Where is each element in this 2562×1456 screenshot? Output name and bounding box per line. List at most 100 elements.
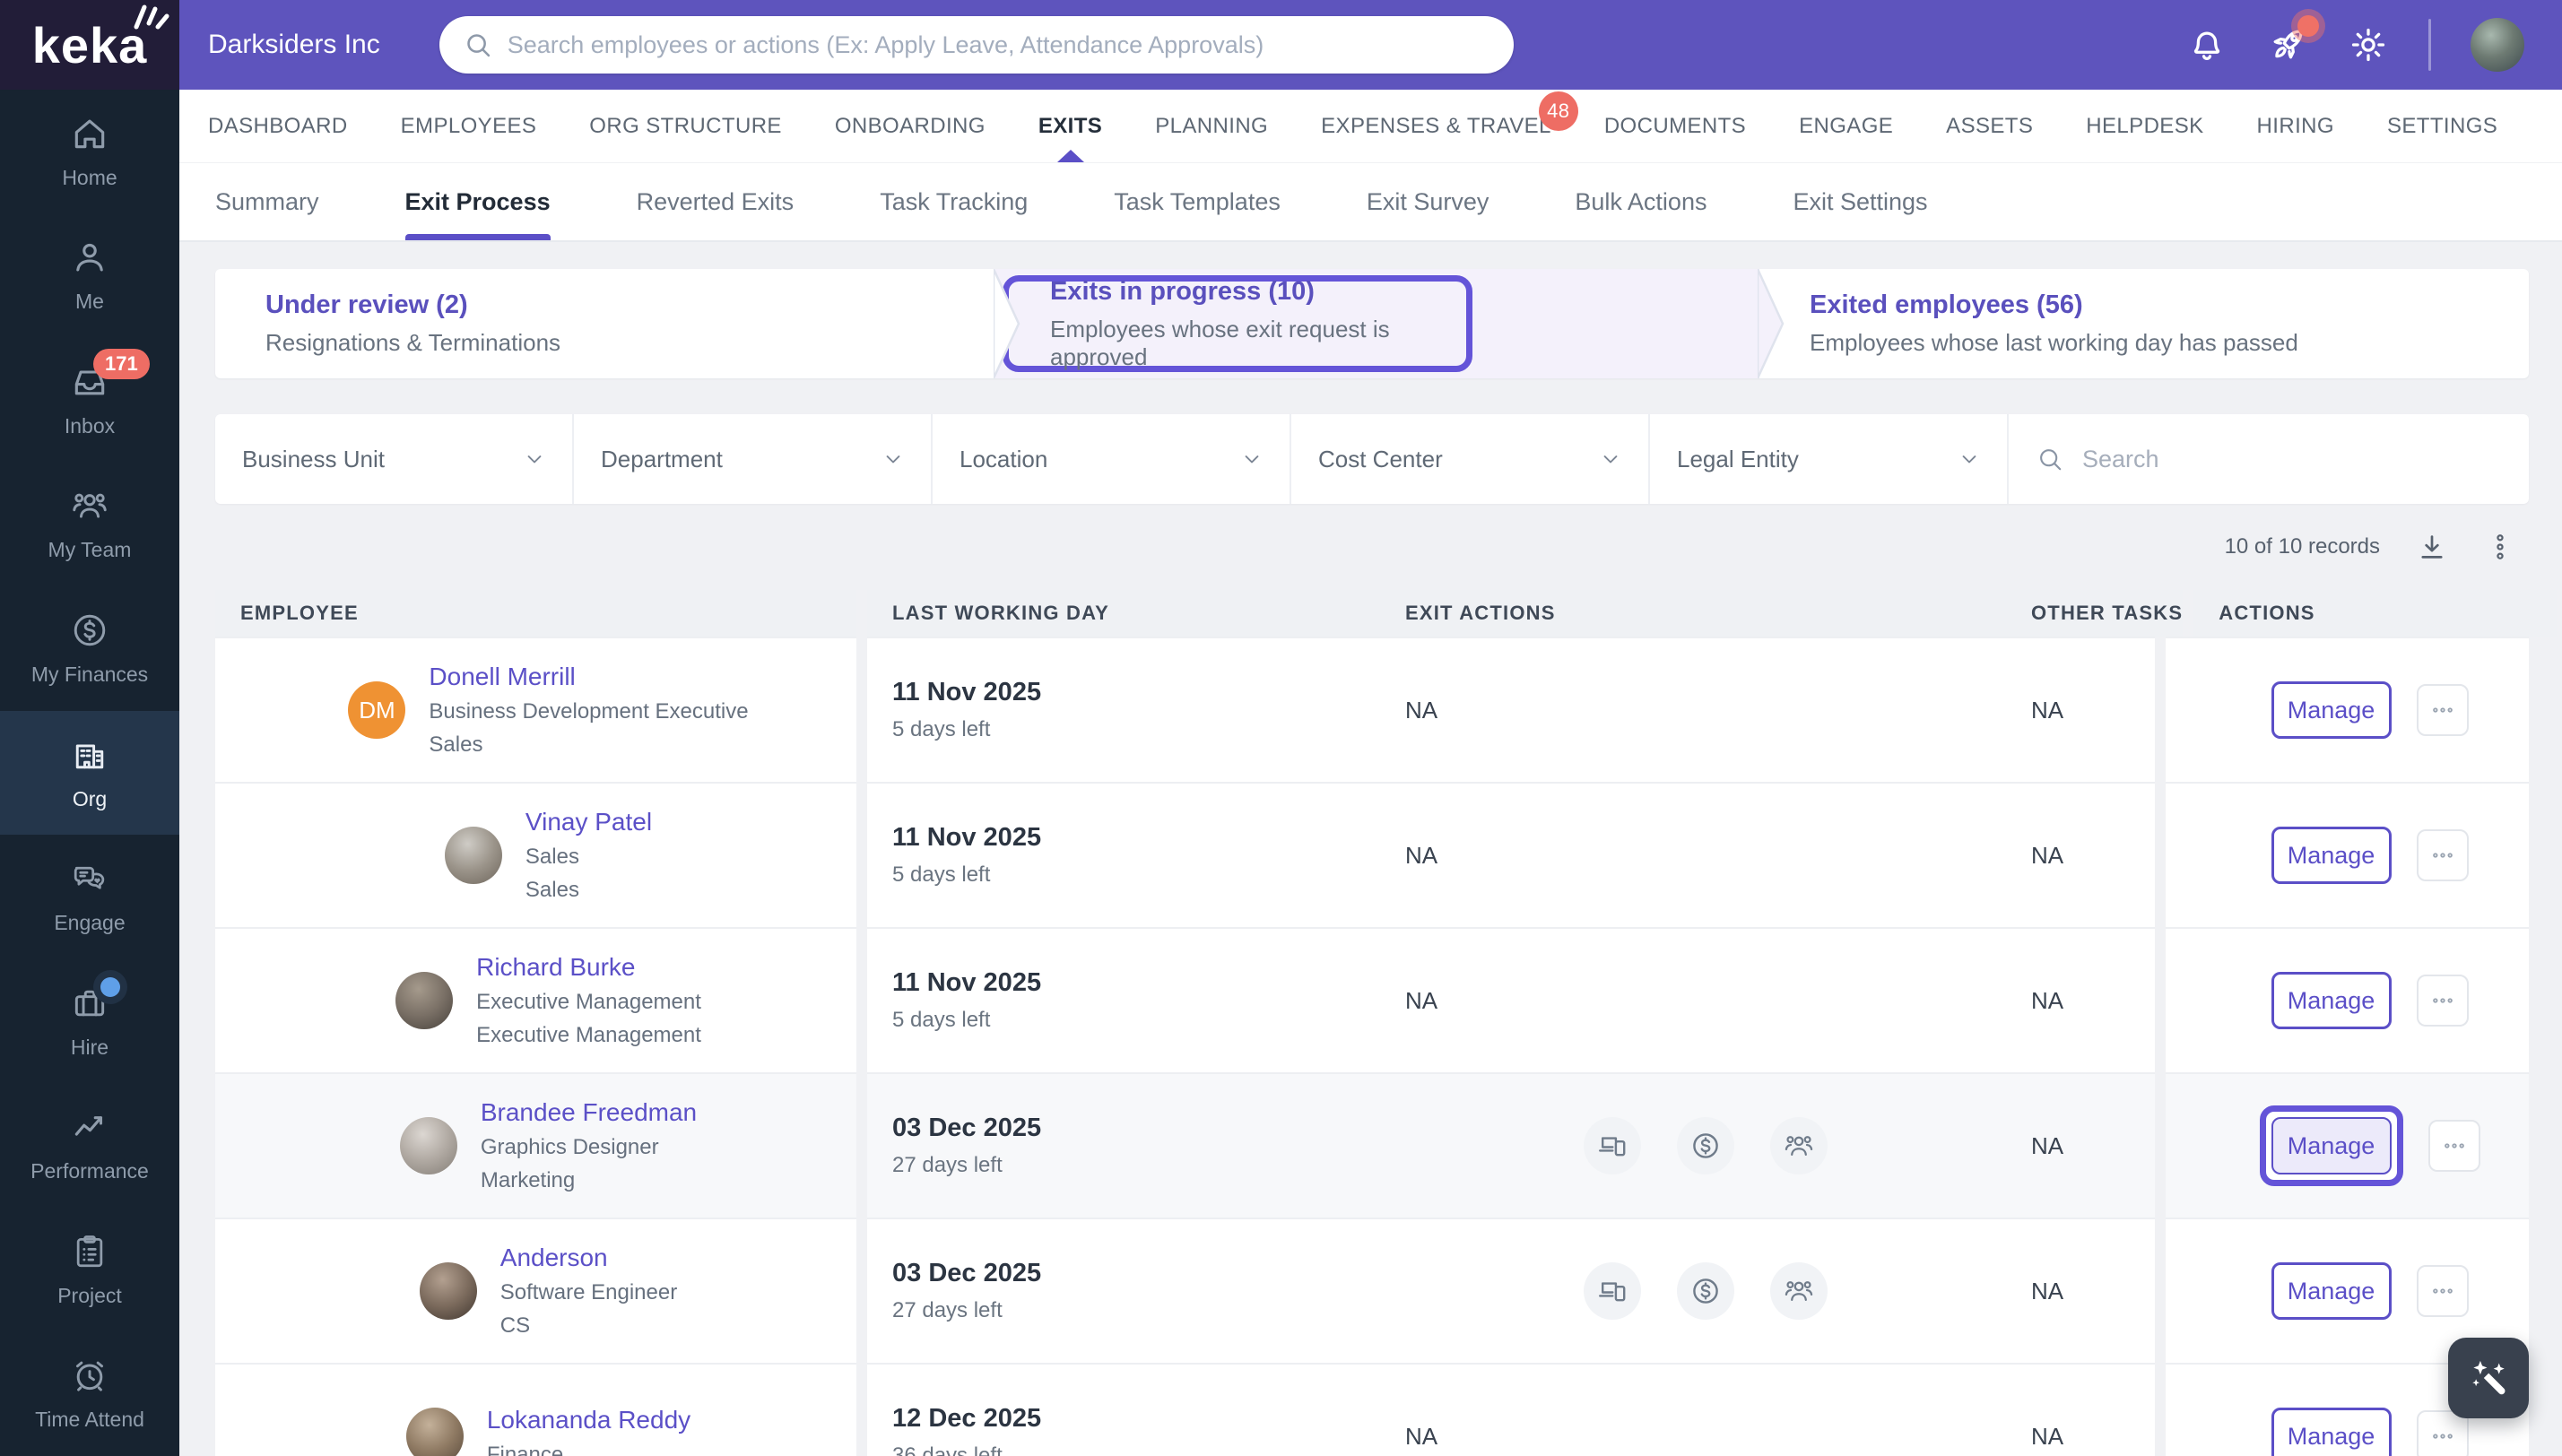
employee-title: Software Engineer bbox=[499, 1280, 678, 1304]
step-under-review[interactable]: Under review (2) Resignations & Terminat… bbox=[215, 269, 995, 378]
payroll-icon[interactable] bbox=[1677, 1262, 1734, 1320]
filter-location[interactable]: Location bbox=[933, 414, 1291, 504]
subtab-bulk-actions[interactable]: Bulk Actions bbox=[1575, 163, 1707, 240]
devices-icon[interactable] bbox=[1584, 1117, 1641, 1174]
subtab-summary[interactable]: Summary bbox=[215, 163, 319, 240]
employee-name-link[interactable]: Donell Merrill bbox=[429, 663, 748, 691]
exit-actions-value: NA bbox=[1405, 1422, 1438, 1450]
sidebar-item-hire[interactable]: Hire bbox=[0, 959, 179, 1084]
nav-tab-hiring[interactable]: HIRING bbox=[2257, 90, 2334, 162]
table-options-kebab-icon[interactable] bbox=[2484, 531, 2516, 563]
nav-tab-org-structure[interactable]: ORG STRUCTURE bbox=[589, 90, 782, 162]
nav-tab-dashboard[interactable]: DASHBOARD bbox=[208, 90, 348, 162]
subtab-task-tracking[interactable]: Task Tracking bbox=[880, 163, 1028, 240]
nav-tab-engage[interactable]: ENGAGE bbox=[1799, 90, 1893, 162]
people-icon[interactable] bbox=[1770, 1117, 1828, 1174]
nav-tab-settings[interactable]: SETTINGS bbox=[2387, 90, 2497, 162]
row-more-options-icon[interactable] bbox=[2416, 829, 2469, 881]
inbox-badge: 171 bbox=[93, 349, 150, 380]
notifications-bell-icon[interactable] bbox=[2186, 24, 2228, 65]
employee-name-link[interactable]: Richard Burke bbox=[476, 953, 701, 982]
table-search[interactable] bbox=[2009, 414, 2529, 504]
filter-legal-entity[interactable]: Legal Entity bbox=[1650, 414, 2009, 504]
employee-name-link[interactable]: Brandee Freedman bbox=[481, 1098, 697, 1127]
performance-icon bbox=[74, 1116, 103, 1136]
user-icon bbox=[76, 244, 103, 272]
filter-department[interactable]: Department bbox=[574, 414, 933, 504]
sidebar-item-label: My Finances bbox=[30, 662, 149, 686]
manage-button[interactable]: Manage bbox=[2271, 827, 2392, 884]
assistant-button[interactable] bbox=[2448, 1338, 2529, 1418]
table-row: Lokananda Reddy Finance 12 Dec 2025 36 d… bbox=[215, 1363, 2529, 1456]
user-avatar[interactable] bbox=[2471, 18, 2524, 72]
manage-button[interactable]: Manage bbox=[2271, 1408, 2392, 1456]
subtab-exit-settings[interactable]: Exit Settings bbox=[1793, 163, 1927, 240]
filters-bar: Business Unit Department Location Cost C… bbox=[215, 414, 2529, 504]
nav-tab-planning[interactable]: PLANNING bbox=[1155, 90, 1268, 162]
row-more-options-icon[interactable] bbox=[2416, 975, 2469, 1027]
days-left: 5 days left bbox=[892, 862, 991, 887]
nav-tab-employees[interactable]: EMPLOYEES bbox=[401, 90, 537, 162]
nav-tab-assets[interactable]: ASSETS bbox=[1946, 90, 2033, 162]
people-icon[interactable] bbox=[1770, 1262, 1828, 1320]
sidebar-item-inbox[interactable]: Inbox 171 bbox=[0, 338, 179, 463]
step-subtitle: Employees whose exit request is approved bbox=[1050, 315, 1390, 370]
row-more-options-icon[interactable] bbox=[2427, 1120, 2480, 1172]
global-search-input[interactable] bbox=[507, 30, 1490, 59]
manage-button[interactable]: Manage bbox=[2271, 681, 2392, 739]
employee-name-link[interactable]: Lokananda Reddy bbox=[487, 1406, 690, 1434]
days-left: 36 days left bbox=[892, 1443, 1003, 1456]
sidebar-item-time-attend[interactable]: Time Attend bbox=[0, 1331, 179, 1456]
step-exited-employees[interactable]: Exited employees (56) Employees whose la… bbox=[1759, 269, 2529, 378]
exit-stage-stepper: Under review (2) Resignations & Terminat… bbox=[215, 269, 2529, 378]
avatar bbox=[399, 1117, 457, 1174]
sidebar-item-me[interactable]: Me bbox=[0, 214, 179, 339]
row-more-options-icon[interactable] bbox=[2416, 684, 2469, 736]
subtab-reverted-exits[interactable]: Reverted Exits bbox=[637, 163, 795, 240]
global-search[interactable] bbox=[439, 16, 1514, 74]
sidebar-item-my-team[interactable]: My Team bbox=[0, 463, 179, 587]
filter-business-unit[interactable]: Business Unit bbox=[215, 414, 574, 504]
column-header-other-tasks: OTHER TASKS bbox=[2006, 590, 2184, 637]
manage-button[interactable]: Manage bbox=[2271, 1117, 2392, 1174]
table-row: Vinay Patel Sales Sales 11 Nov 2025 5 da… bbox=[215, 782, 2529, 927]
manage-button[interactable]: Manage bbox=[2271, 972, 2392, 1029]
step-exits-in-progress[interactable]: Exits in progress (10) Employees whose e… bbox=[995, 269, 1759, 378]
sidebar-item-org[interactable]: Org bbox=[0, 710, 179, 836]
team-icon bbox=[73, 494, 107, 518]
other-tasks-value: NA bbox=[2031, 1422, 2064, 1450]
column-header-last-working-day: LAST WORKING DAY bbox=[867, 590, 1380, 637]
manage-button[interactable]: Manage bbox=[2271, 1262, 2392, 1320]
subtab-exit-process[interactable]: Exit Process bbox=[404, 163, 551, 240]
avatar bbox=[405, 1408, 464, 1456]
exits-table: EMPLOYEE LAST WORKING DAY EXIT ACTIONS O… bbox=[215, 590, 2558, 1456]
nav-tab-onboarding[interactable]: ONBOARDING bbox=[835, 90, 986, 162]
row-more-options-icon[interactable] bbox=[2416, 1265, 2469, 1317]
table-search-input[interactable] bbox=[2082, 445, 2502, 473]
sidebar-item-project[interactable]: Project bbox=[0, 1208, 179, 1332]
nav-tab-label: EXPENSES & TRAVEL bbox=[1321, 113, 1551, 138]
employee-name-link[interactable]: Anderson bbox=[500, 1244, 677, 1272]
nav-tab-expenses-travel[interactable]: EXPENSES & TRAVEL 48 bbox=[1321, 90, 1578, 162]
nav-tab-exits[interactable]: EXITS bbox=[1038, 90, 1102, 162]
sidebar-item-engage[interactable]: Engage bbox=[0, 835, 179, 959]
finances-icon bbox=[74, 614, 106, 646]
nav-tab-helpdesk[interactable]: HELPDESK bbox=[2086, 90, 2203, 162]
sidebar-item-home[interactable]: Home bbox=[0, 90, 179, 214]
brand-logo[interactable]: keka bbox=[0, 0, 179, 90]
whats-new-rocket-icon[interactable] bbox=[2267, 15, 2319, 65]
subtab-exit-survey[interactable]: Exit Survey bbox=[1367, 163, 1489, 240]
devices-icon[interactable] bbox=[1584, 1262, 1641, 1320]
sidebar-item-label: Me bbox=[75, 290, 104, 314]
download-icon[interactable] bbox=[2416, 531, 2448, 563]
subtab-task-templates[interactable]: Task Templates bbox=[1114, 163, 1281, 240]
filter-cost-center[interactable]: Cost Center bbox=[1291, 414, 1650, 504]
employee-name-link[interactable]: Vinay Patel bbox=[525, 808, 652, 836]
settings-gear-icon[interactable] bbox=[2348, 24, 2389, 65]
nav-tab-documents[interactable]: DOCUMENTS bbox=[1604, 90, 1746, 162]
sidebar-item-my-finances[interactable]: My Finances bbox=[0, 586, 179, 711]
sidebar-item-performance[interactable]: Performance bbox=[0, 1083, 179, 1208]
payroll-icon[interactable] bbox=[1677, 1117, 1734, 1174]
topbar: Darksiders Inc bbox=[179, 0, 2562, 90]
other-tasks-value: NA bbox=[2031, 986, 2064, 1014]
